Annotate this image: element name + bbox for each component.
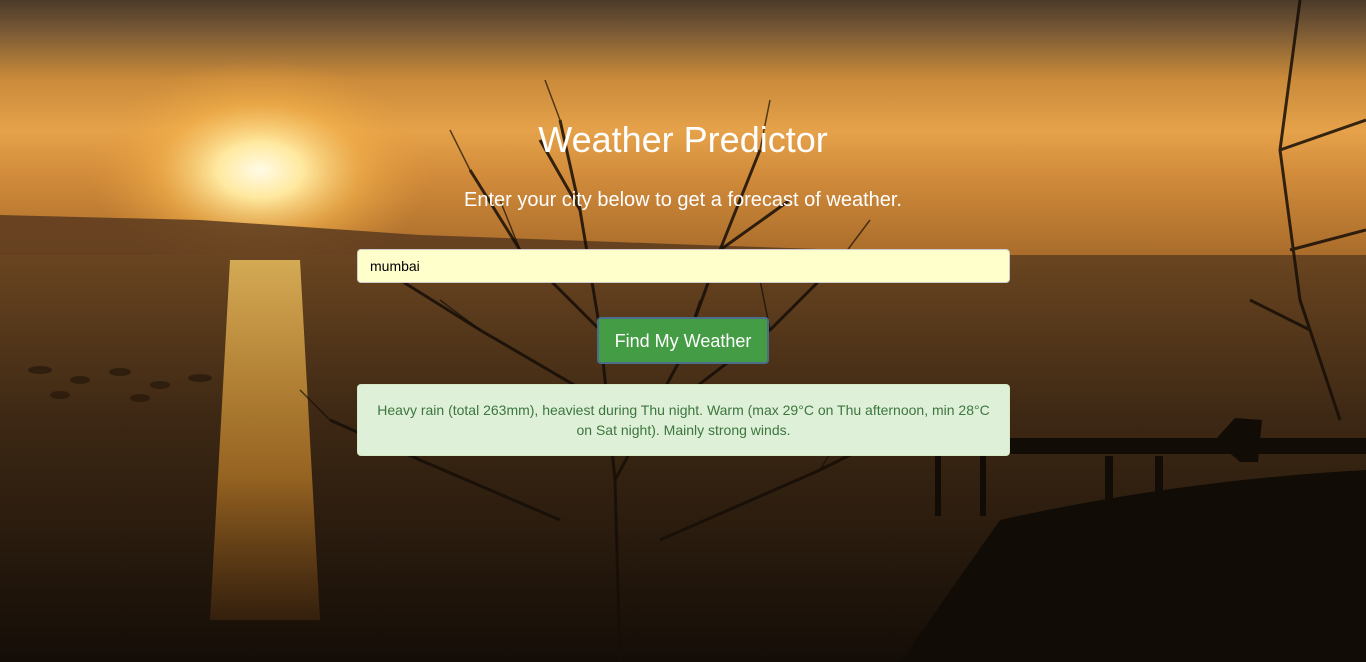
forecast-result: Heavy rain (total 263mm), heaviest durin… [357, 384, 1010, 456]
forecast-text: Heavy rain (total 263mm), heaviest durin… [377, 402, 990, 438]
main-content: Weather Predictor Enter your city below … [0, 0, 1366, 662]
city-input[interactable] [357, 249, 1010, 283]
find-weather-button[interactable]: Find My Weather [597, 317, 769, 364]
page-title: Weather Predictor [538, 119, 828, 160]
page-subtitle: Enter your city below to get a forecast … [463, 189, 902, 211]
